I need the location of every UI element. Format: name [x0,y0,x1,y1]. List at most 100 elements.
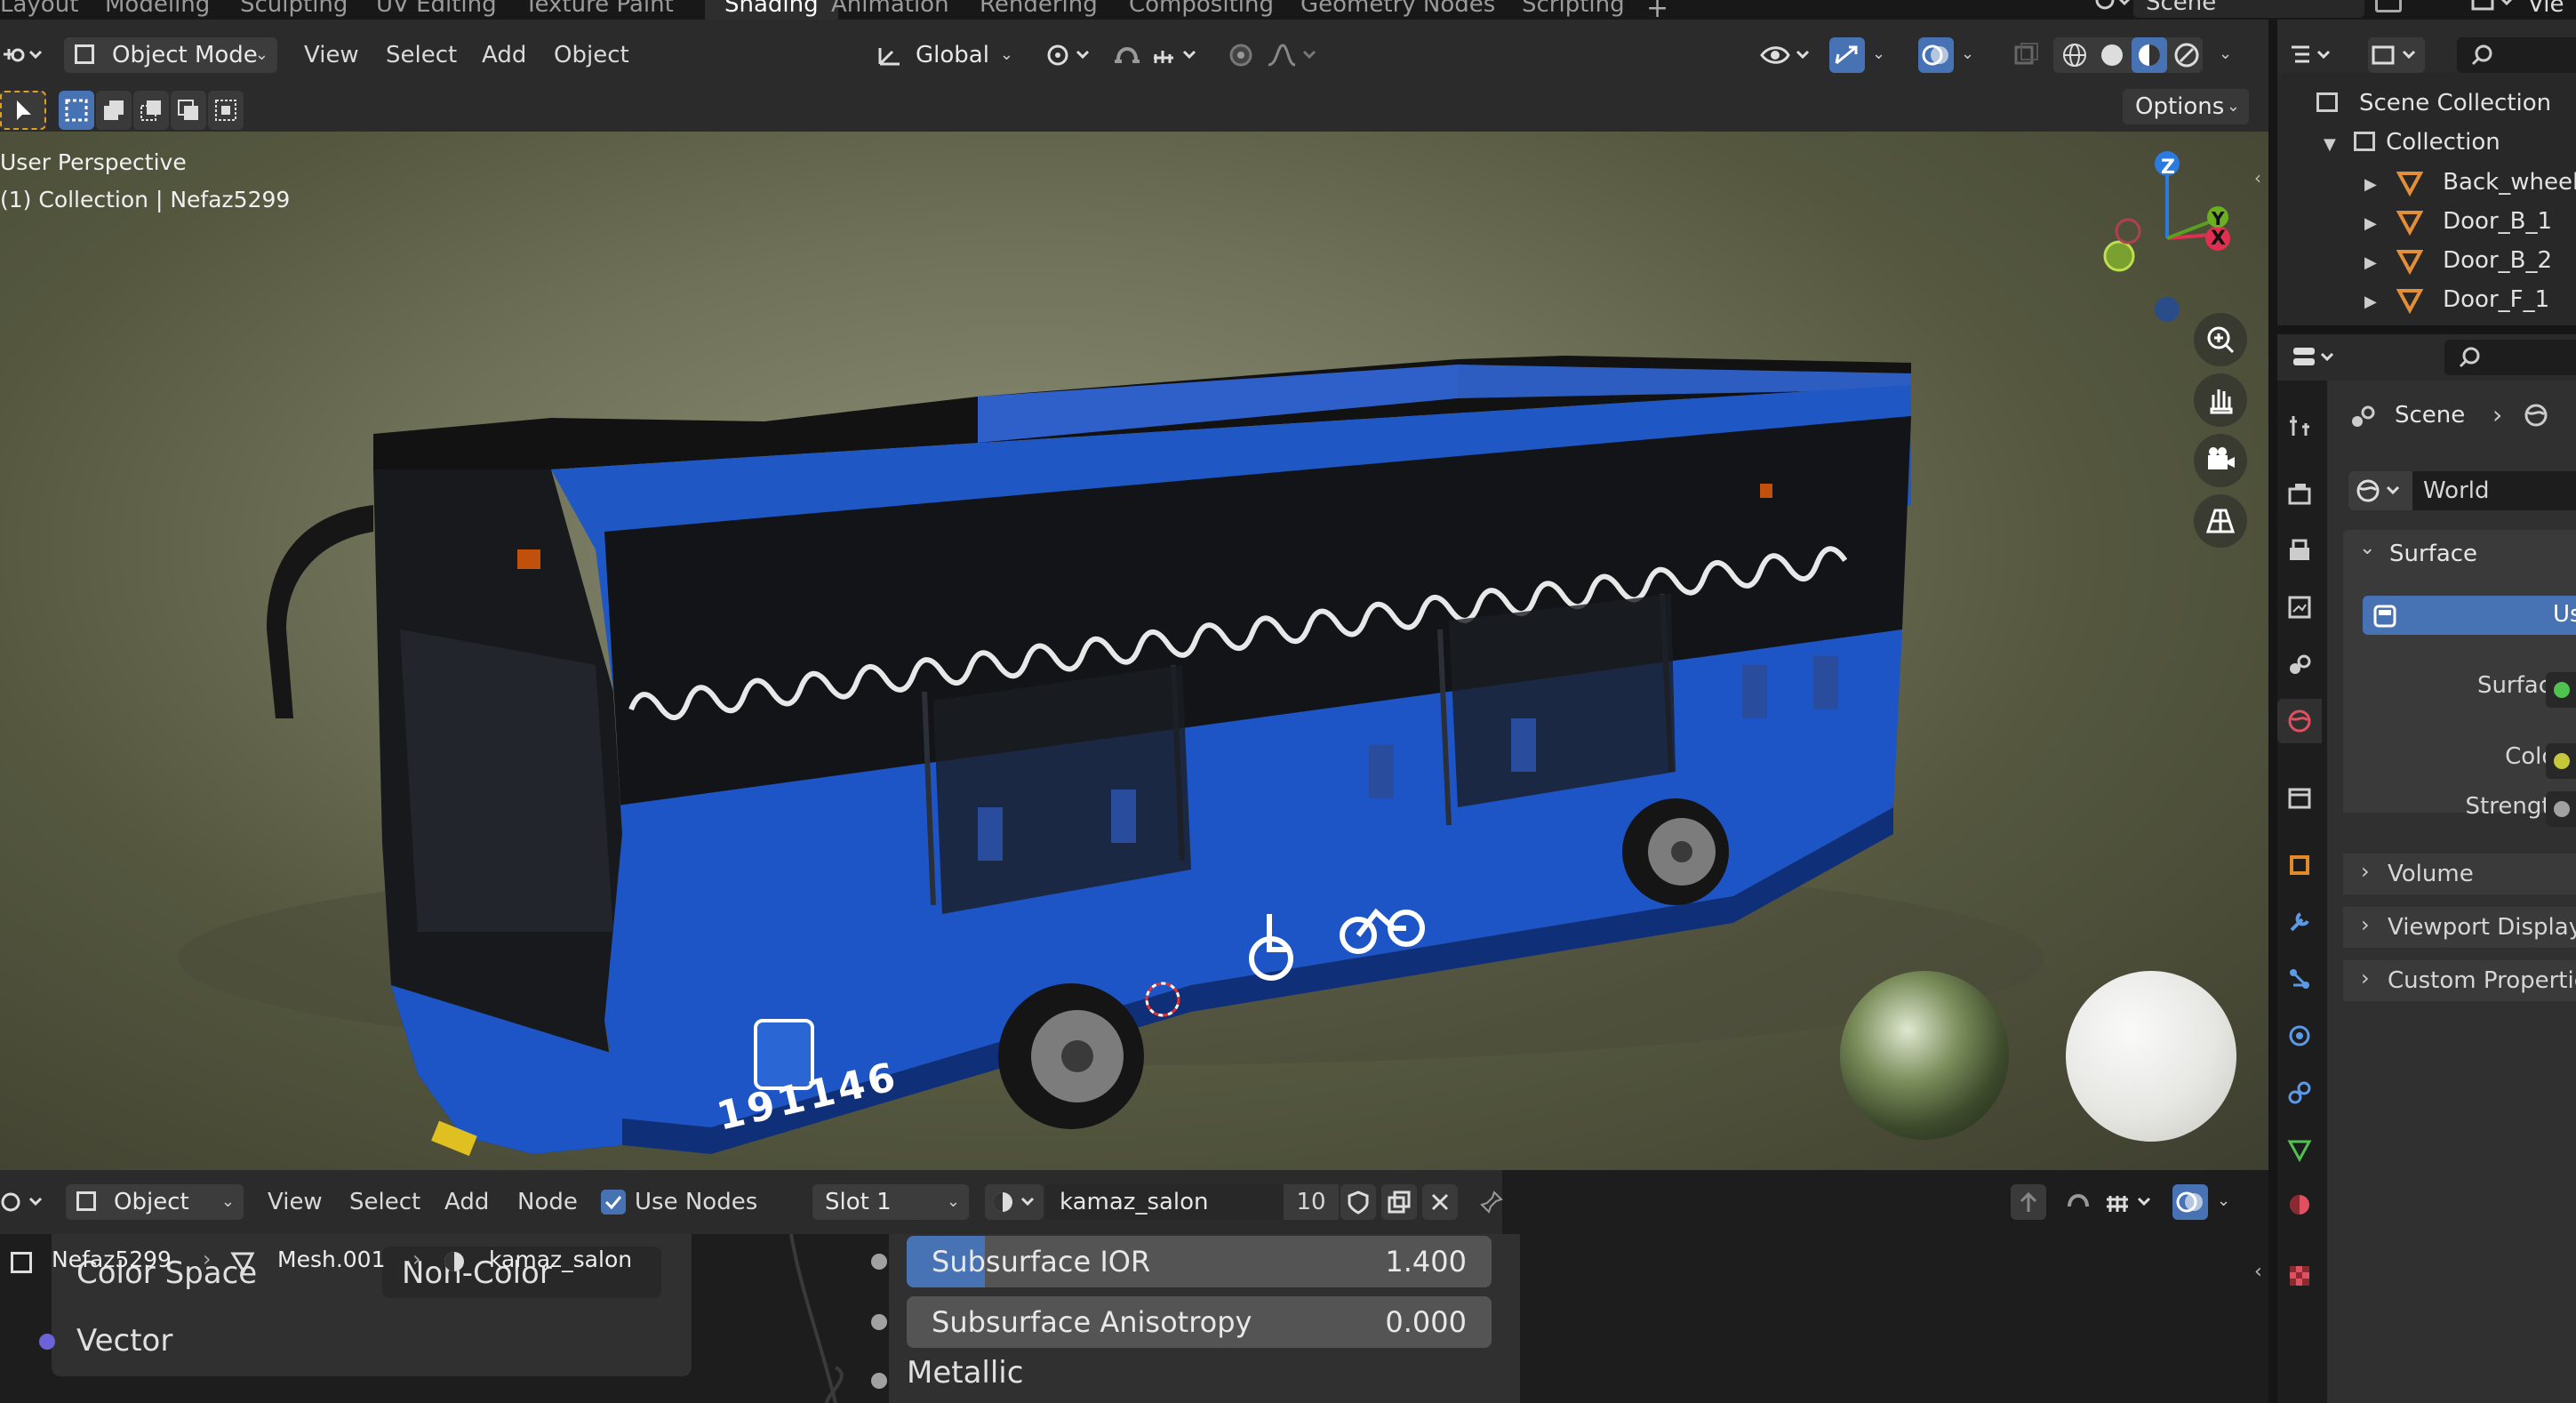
pan-hand-icon[interactable] [2194,373,2247,427]
unlink-material-icon[interactable] [1422,1184,1458,1220]
shading-dropdown-icon[interactable]: ⌄ [2219,44,2232,63]
select-new-mode-icon[interactable] [59,91,94,130]
material-users-count[interactable]: 10 [1284,1184,1339,1220]
outliner-display-mode-icon[interactable] [2368,37,2425,73]
outliner-search-field[interactable] [2457,37,2576,73]
node-overlays-dropdown-icon[interactable]: ⌄ [2217,1191,2230,1210]
material-slot-dropdown[interactable]: Slot 1 ⌄ [812,1184,969,1220]
workspace-tab-layout[interactable]: Layout [0,0,78,20]
color-field[interactable] [2546,743,2576,779]
workspace-tab-animation[interactable]: Animation [831,0,949,20]
metallic-socket[interactable] [871,1373,887,1389]
outliner-editor-type-icon[interactable] [2288,37,2341,73]
particle-properties-icon[interactable] [2277,957,2322,1001]
render-properties-icon[interactable] [2277,471,2322,516]
workspace-tab-rendering[interactable]: Rendering [980,0,1098,20]
menu-view[interactable]: View [304,37,359,73]
view-layer-properties-icon[interactable] [2277,585,2322,629]
workspace-tab-geometry-nodes[interactable]: Geometry Nodes [1300,0,1495,20]
fake-user-icon[interactable] [1340,1184,1376,1220]
outliner-item[interactable]: ▶ Door_B_2 [2364,241,2552,280]
perspective-toggle-icon[interactable] [2194,494,2247,548]
workspace-tab-modeling[interactable]: Modeling [105,0,210,20]
scene-properties-icon[interactable] [2277,642,2322,686]
node-menu-add[interactable]: Add [444,1184,489,1220]
menu-select[interactable]: Select [386,37,457,73]
gizmo-toggle-icon[interactable] [1829,37,1865,73]
pin-icon[interactable] [1474,1184,1509,1220]
node-snap-target-icon[interactable] [2103,1184,2162,1220]
node-overlays-icon[interactable] [2172,1184,2208,1220]
camera-view-icon[interactable] [2194,434,2247,487]
subsurface-anisotropy-socket[interactable] [871,1314,887,1330]
gizmo-dropdown-icon[interactable]: ⌄ [1872,44,1885,63]
outliner-item[interactable]: ▶ Back_wheel [2364,163,2576,202]
outliner-collection[interactable]: ▼ Collection [2324,123,2500,162]
surface-shader-field[interactable] [2546,672,2576,708]
constraint-properties-icon[interactable] [2277,1070,2322,1115]
item-expand-icon[interactable]: ▶ [2364,253,2377,272]
select-invert-mode-icon[interactable] [171,91,206,130]
subsurface-anisotropy-field[interactable]: Subsurface Anisotropy 0.000 [907,1296,1492,1348]
tool-properties-icon[interactable] [2277,404,2322,448]
output-properties-icon[interactable] [2277,528,2322,573]
browse-material-icon[interactable] [985,1184,1044,1220]
menu-add[interactable]: Add [482,37,526,73]
use-nodes-checkbox[interactable] [601,1190,626,1215]
physics-properties-icon[interactable] [2277,1014,2322,1058]
menu-object[interactable]: Object [554,37,629,73]
snap-target-icon[interactable] [1148,37,1205,73]
surface-panel-collapse-icon[interactable]: ⌄ [2359,537,2375,559]
select-subtract-mode-icon[interactable] [133,91,169,130]
node-sidebar-toggle-icon[interactable]: ‹ [2254,1261,2262,1283]
item-expand-icon[interactable]: ▶ [2364,175,2377,194]
parent-node-tree-icon[interactable] [2011,1184,2046,1220]
outliner-item[interactable]: ▶ Door_B_1 [2364,202,2552,241]
proportional-edit-icon[interactable] [1223,37,1259,73]
workspace-tab-uv-editing[interactable]: UV Editing [376,0,497,20]
shader-type-dropdown[interactable]: Object ⌄ [66,1184,244,1220]
world-properties-icon[interactable] [2277,699,2322,743]
properties-search-field[interactable] [2444,340,2576,375]
select-intersect-mode-icon[interactable] [208,91,244,130]
object-properties-icon[interactable] [2277,843,2322,887]
xray-toggle-icon[interactable] [2009,37,2044,73]
options-dropdown[interactable]: Options ⌄ [2123,89,2249,124]
workspace-tab-sculpting[interactable]: Sculpting [240,0,348,20]
node-editor-type-icon[interactable] [0,1184,48,1220]
3d-viewport[interactable]: User Perspective (1) Collection | Nefaz5… [0,132,2268,1170]
view-layer-icon[interactable] [2471,0,2524,18]
node-editor-canvas[interactable]: Color Space Non-Color Vector Nefaz5299 ›… [0,1234,2268,1403]
subsurface-ior-socket[interactable] [871,1254,887,1270]
navigation-gizmo[interactable] [2089,149,2267,327]
select-tool-icon[interactable] [0,91,46,130]
node-menu-node[interactable]: Node [517,1184,578,1220]
item-expand-icon[interactable]: ▶ [2364,293,2377,311]
transform-orientation-dropdown[interactable]: Global ⌄ [868,37,1022,73]
vector-input-socket[interactable] [39,1334,55,1350]
workspace-tab-texture-paint[interactable]: Texture Paint [524,0,674,20]
modifier-properties-icon[interactable] [2277,900,2322,944]
snap-toggle-icon[interactable] [1109,37,1145,73]
visibility-selectability-icon[interactable] [1758,37,1815,73]
volume-panel-header[interactable]: › Volume [2343,854,2576,894]
world-browse-icon[interactable] [2348,471,2412,510]
object-mode-dropdown[interactable]: Object Mode ⌄ [64,37,277,73]
node-menu-view[interactable]: View [268,1184,323,1220]
collection-expand-icon[interactable]: ▼ [2324,135,2336,154]
viewport-display-panel-header[interactable]: › Viewport Display [2343,907,2576,948]
data-properties-icon[interactable] [2277,1127,2322,1172]
workspace-tab-shading[interactable]: Shading [705,0,838,20]
proportional-falloff-icon[interactable] [1262,37,1324,73]
overlays-toggle-icon[interactable] [1918,37,1954,73]
properties-editor-type-icon[interactable] [2288,340,2345,375]
outliner-item[interactable]: ▶ Door_F_1 [2364,280,2549,319]
texture-properties-icon[interactable] [2277,1254,2322,1298]
subsurface-ior-field[interactable]: Subsurface IOR 1.400 [907,1236,1492,1287]
node-snap-icon[interactable] [2060,1184,2096,1220]
workspace-tab-compositing[interactable]: Compositing [1129,0,1274,20]
pivot-point-icon[interactable] [1042,37,1099,73]
rendered-shading-icon[interactable] [2169,37,2204,73]
select-extend-mode-icon[interactable] [96,91,132,130]
overlays-dropdown-icon[interactable]: ⌄ [1961,44,1974,63]
